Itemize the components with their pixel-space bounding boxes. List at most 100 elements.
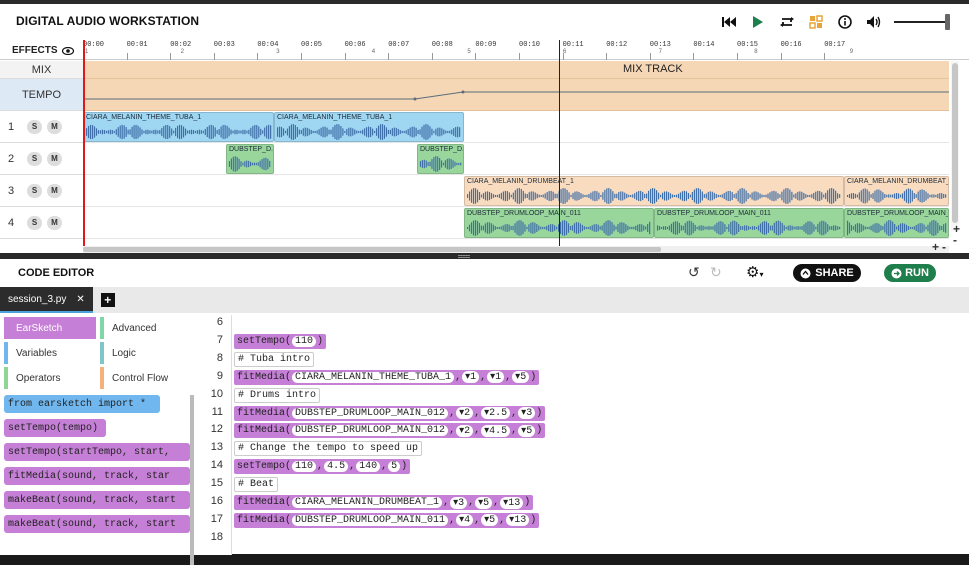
code-comment[interactable]: # Beat: [234, 477, 279, 493]
mute-button[interactable]: M: [47, 183, 62, 198]
argument[interactable]: ▾3: [518, 407, 536, 419]
code-block[interactable]: makeBeat(sound, track, start: [4, 491, 190, 509]
loop-icon[interactable]: [776, 12, 798, 32]
ruler-time-label: 00:01: [126, 41, 148, 49]
solo-button[interactable]: S: [27, 215, 42, 230]
vertical-zoom-out-button[interactable]: -: [953, 233, 957, 247]
argument[interactable]: ▾5: [475, 496, 493, 509]
line-number: 18: [210, 530, 223, 543]
volume-icon[interactable]: [863, 12, 885, 32]
code-block[interactable]: makeBeat(sound, track, start: [4, 515, 190, 533]
horizontal-scrollbar[interactable]: [83, 246, 949, 253]
code-statement[interactable]: setTempo(110): [234, 333, 327, 349]
code-comment[interactable]: # Change the tempo to speed up: [234, 441, 423, 457]
close-tab-icon[interactable]: ✕: [76, 294, 84, 305]
tab-session-3[interactable]: session_3.py ✕: [0, 287, 93, 313]
redo-icon[interactable]: ↻: [710, 264, 722, 281]
settings-gear-icon[interactable]: ⚙▾: [746, 263, 763, 281]
argument[interactable]: DUBSTEP_DRUMLOOP_MAIN_011: [292, 514, 449, 526]
code-block[interactable]: setTempo(tempo): [4, 419, 106, 437]
metronome-icon[interactable]: [834, 12, 856, 32]
palette-scrollbar[interactable]: [190, 395, 194, 565]
effects-toggle[interactable]: EFFECTS: [12, 45, 74, 56]
argument[interactable]: CIARA_MELANIN_DRUMBEAT_1: [292, 497, 443, 508]
horizontal-scrollbar-thumb[interactable]: [83, 247, 661, 252]
argument[interactable]: CIARA_MELANIN_THEME_TUBA_1: [292, 371, 455, 383]
code-statement[interactable]: fitMedia(CIARA_MELANIN_DRUMBEAT_1, ▾3, ▾…: [234, 495, 534, 510]
category-earsketch[interactable]: EarSketch: [4, 317, 96, 339]
argument[interactable]: ▾5: [512, 371, 530, 384]
mute-button[interactable]: M: [47, 119, 62, 134]
code-statement[interactable]: fitMedia(DUBSTEP_DRUMLOOP_MAIN_012, ▾2, …: [234, 405, 546, 421]
mute-button[interactable]: M: [47, 215, 62, 230]
audio-clip[interactable]: DUBSTEP_D...: [226, 144, 274, 174]
code-statement[interactable]: fitMedia(DUBSTEP_DRUMLOOP_MAIN_012, ▾2, …: [234, 423, 546, 439]
category-operators[interactable]: Operators: [4, 367, 96, 389]
argument[interactable]: ▾5: [518, 424, 536, 437]
play-icon[interactable]: [747, 12, 769, 32]
argument[interactable]: 140: [356, 461, 381, 473]
timeline-ruler[interactable]: EFFECTS 00:00 00:01 00:02 00:03 00:04 00:05 00…: [0, 40, 969, 60]
volume-slider-thumb[interactable]: [945, 14, 950, 30]
solo-button[interactable]: S: [27, 151, 42, 166]
run-button[interactable]: RUN: [884, 264, 936, 282]
solo-button[interactable]: S: [27, 119, 42, 134]
code-statement[interactable]: fitMedia(DUBSTEP_DRUMLOOP_MAIN_011, ▾4, …: [234, 512, 540, 528]
audio-clip[interactable]: DUBSTEP_D...: [417, 144, 464, 174]
solo-button[interactable]: S: [27, 183, 42, 198]
argument[interactable]: ▾1: [487, 371, 505, 384]
ruler[interactable]: 00:00 00:01 00:02 00:03 00:04 00:05 00:06 00:07…: [83, 40, 953, 60]
argument[interactable]: 110: [292, 461, 317, 473]
code-comment[interactable]: # Drums intro: [234, 387, 321, 403]
skip-to-start-icon[interactable]: [718, 12, 740, 32]
argument[interactable]: ▾2.5: [481, 407, 511, 419]
category-control-flow[interactable]: Control Flow: [100, 367, 192, 389]
audio-clip[interactable]: CIARA_MELANIN_DRUMBEAT_1: [464, 176, 844, 206]
argument[interactable]: ▾13: [506, 514, 530, 527]
argument[interactable]: ▾13: [500, 496, 524, 509]
category-advanced[interactable]: Advanced: [100, 317, 192, 339]
argument[interactable]: 5: [388, 461, 401, 473]
vertical-scrollbar[interactable]: [951, 61, 959, 231]
follow-playhead-icon[interactable]: [805, 12, 827, 32]
mute-button[interactable]: M: [47, 151, 62, 166]
vertical-scrollbar-thumb[interactable]: [952, 63, 958, 223]
audio-clip[interactable]: CIARA_MELANIN_THEME_TUBA_1: [274, 112, 464, 142]
code-block[interactable]: from earsketch import *: [4, 395, 160, 413]
volume-slider[interactable]: [894, 14, 950, 30]
code-statement[interactable]: fitMedia(CIARA_MELANIN_THEME_TUBA_1, ▾1,…: [234, 369, 540, 385]
horizontal-zoom-in-button[interactable]: +: [932, 240, 939, 254]
argument[interactable]: ▾5: [481, 514, 499, 527]
audio-clip[interactable]: DUBSTEP_DRUMLOOP_MAIN_011: [844, 208, 949, 238]
code-block[interactable]: fitMedia(sound, track, star: [4, 467, 190, 485]
ruler-time-label: 00:11: [562, 41, 584, 49]
code-area[interactable]: setTempo(110) # Tuba intro fitMedia(CIARA_…: [232, 315, 969, 555]
code-comment[interactable]: # Tuba intro: [234, 351, 315, 367]
argument[interactable]: ▾2: [456, 407, 474, 419]
code-statement[interactable]: setTempo(110, 4.5, 140, 5): [234, 459, 411, 475]
argument[interactable]: DUBSTEP_DRUMLOOP_MAIN_012: [292, 407, 449, 419]
audio-clip[interactable]: CIARA_MELANIN_THEME_TUBA_1: [83, 112, 274, 142]
category-variables[interactable]: Variables: [4, 342, 96, 364]
argument[interactable]: ▾1: [462, 371, 480, 384]
share-button[interactable]: SHARE: [793, 264, 861, 282]
argument[interactable]: ▾3: [450, 496, 468, 509]
category-logic[interactable]: Logic: [100, 342, 192, 364]
playhead-cursor[interactable]: [559, 40, 560, 246]
argument[interactable]: 4.5: [324, 461, 349, 473]
undo-icon[interactable]: ↺: [688, 264, 700, 281]
argument[interactable]: DUBSTEP_DRUMLOOP_MAIN_012: [292, 425, 449, 437]
add-tab-button[interactable]: +: [100, 293, 115, 307]
ruler-time-label: 00:02: [170, 41, 192, 49]
audio-clip[interactable]: DUBSTEP_DRUMLOOP_MAIN_011: [654, 208, 844, 238]
argument[interactable]: ▾2: [456, 424, 474, 437]
argument[interactable]: ▾4: [456, 514, 474, 527]
audio-clip[interactable]: CIARA_MELANIN_DRUMBEAT_1: [844, 176, 949, 206]
category-color-swatch: [4, 317, 8, 339]
argument[interactable]: ▾4.5: [481, 424, 511, 437]
playhead-start-marker[interactable]: [83, 40, 85, 246]
ruler-measure-label: 2: [180, 49, 184, 55]
horizontal-zoom-out-button[interactable]: -: [942, 240, 946, 254]
code-block[interactable]: setTempo(startTempo, start,: [4, 443, 190, 461]
argument[interactable]: 110: [292, 335, 317, 347]
